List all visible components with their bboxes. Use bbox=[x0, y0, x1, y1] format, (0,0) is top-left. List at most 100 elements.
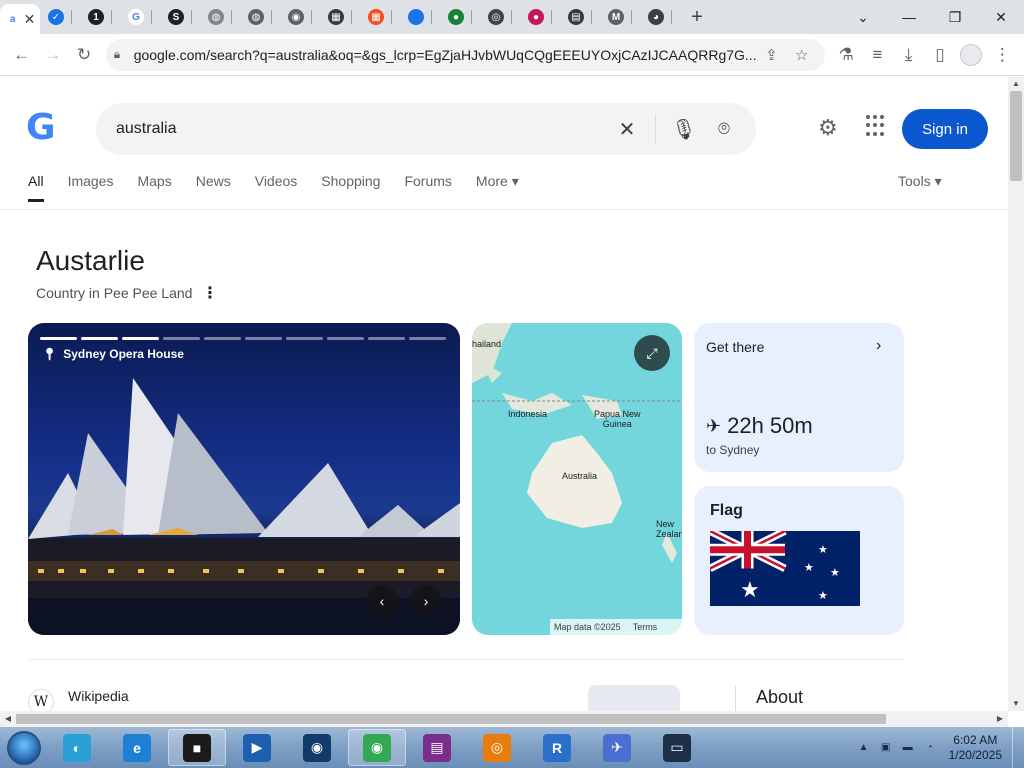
download-icon[interactable]: ⤓ bbox=[893, 39, 924, 71]
browser-tab[interactable]: M bbox=[600, 0, 640, 34]
svg-text:★: ★ bbox=[818, 589, 828, 602]
taskbar-chrome[interactable]: ◉ bbox=[348, 729, 406, 766]
start-button[interactable] bbox=[0, 727, 48, 768]
search-box[interactable]: australia ✕ 🎙︎ ⌾ bbox=[96, 103, 756, 155]
tab-news[interactable]: News bbox=[196, 173, 231, 202]
forward-button[interactable]: → bbox=[37, 39, 68, 71]
browser-tab[interactable]: 1 bbox=[80, 0, 120, 34]
google-apps-icon[interactable] bbox=[866, 115, 888, 137]
browser-tab[interactable] bbox=[400, 0, 440, 34]
tray-expand-icon[interactable]: ▲ bbox=[857, 741, 871, 755]
media-queue-icon[interactable]: ≡ bbox=[862, 39, 893, 71]
wikipedia-thumbnail[interactable] bbox=[588, 685, 680, 711]
bookmark-star-icon[interactable]: ☆ bbox=[787, 46, 817, 64]
tab-images[interactable]: Images bbox=[68, 173, 114, 202]
tab-search-icon[interactable]: ⌄ bbox=[840, 0, 886, 34]
vertical-scrollbar[interactable]: ▲ ▼ bbox=[1008, 77, 1024, 711]
maximize-button[interactable]: ❐ bbox=[932, 0, 978, 34]
taskbar-internet-explorer[interactable]: e bbox=[108, 729, 166, 766]
volume-icon[interactable]: ◔ bbox=[923, 741, 937, 755]
flag-card[interactable]: Flag ★ ★ ★ ★ ★ bbox=[694, 486, 904, 635]
scroll-up-arrow[interactable]: ▲ bbox=[1008, 77, 1024, 91]
browser-tab[interactable]: ◍ bbox=[240, 0, 280, 34]
browser-tab[interactable]: G bbox=[120, 0, 160, 34]
map-terms-link[interactable]: Terms bbox=[633, 622, 658, 632]
browser-tab[interactable]: S bbox=[160, 0, 200, 34]
browser-tab[interactable]: ◎ bbox=[480, 0, 520, 34]
microphone-icon[interactable]: 🎙︎ bbox=[664, 117, 704, 142]
address-url[interactable]: google.com/search?q=australia&oq=&gs_lcr… bbox=[134, 47, 757, 63]
browser-tab[interactable]: ▦ bbox=[360, 0, 400, 34]
tab-videos[interactable]: Videos bbox=[255, 173, 298, 202]
minimize-button[interactable]: — bbox=[886, 0, 932, 34]
browser-tab[interactable]: ◕ bbox=[640, 0, 680, 34]
taskbar-blender[interactable]: ◎ bbox=[468, 729, 526, 766]
browser-tab[interactable]: ▤ bbox=[560, 0, 600, 34]
australia-flag-image: ★ ★ ★ ★ ★ bbox=[710, 531, 860, 606]
carousel-prev-button[interactable]: ‹ bbox=[366, 585, 398, 617]
tab-label: Forums bbox=[404, 173, 452, 189]
photo-carousel[interactable]: 📍︎ Sydney Opera House ‹ › bbox=[28, 323, 460, 635]
location-pin-icon: 📍︎ bbox=[42, 347, 58, 361]
taskbar-app-globe[interactable]: ◉ bbox=[288, 729, 346, 766]
scroll-left-arrow[interactable]: ◀ bbox=[0, 711, 16, 727]
close-window-button[interactable]: ✕ bbox=[978, 0, 1024, 34]
more-options-icon[interactable]: ⋮ bbox=[202, 283, 218, 303]
browser-tab[interactable]: ● bbox=[440, 0, 480, 34]
show-desktop-button[interactable] bbox=[1012, 727, 1024, 768]
clock-time: 6:02 AM bbox=[953, 732, 998, 747]
vertical-scroll-thumb[interactable] bbox=[1010, 91, 1022, 181]
browser-tab-active[interactable]: a ✕ bbox=[0, 4, 40, 34]
clear-icon[interactable]: ✕ bbox=[607, 117, 647, 142]
new-tab-button[interactable]: + bbox=[680, 0, 714, 34]
google-logo[interactable]: G bbox=[26, 110, 60, 146]
tab-favicon-icon: a bbox=[4, 11, 21, 27]
lens-camera-icon[interactable]: ⌾ bbox=[704, 118, 744, 141]
profile-avatar[interactable] bbox=[956, 39, 987, 71]
settings-gear-icon[interactable]: ⚙ bbox=[818, 115, 838, 141]
reload-button[interactable]: ↻ bbox=[68, 39, 99, 71]
network-icon[interactable]: ▬ bbox=[901, 741, 915, 755]
map-card[interactable]: hailand Indonesia Papua New Guinea Austr… bbox=[472, 323, 682, 635]
browser-tab[interactable]: ✓ bbox=[40, 0, 80, 34]
tab-shopping[interactable]: Shopping bbox=[321, 173, 380, 202]
horizontal-scrollbar[interactable]: ◀ ▶ bbox=[0, 711, 1008, 727]
back-button[interactable]: ← bbox=[6, 39, 37, 71]
winrar-icon: ▤ bbox=[423, 733, 451, 762]
sign-in-button[interactable]: Sign in bbox=[902, 109, 988, 149]
share-icon[interactable]: ⇪ bbox=[757, 46, 787, 64]
menu-kebab-icon[interactable]: ⋮ bbox=[987, 39, 1018, 71]
taskbar-app-black[interactable]: ■ bbox=[168, 729, 226, 766]
tab-maps[interactable]: Maps bbox=[137, 173, 171, 202]
carousel-next-button[interactable]: › bbox=[410, 585, 442, 617]
side-panel-icon[interactable]: ▯ bbox=[924, 39, 955, 71]
labs-icon[interactable]: ⚗ bbox=[831, 39, 862, 71]
search-input[interactable]: australia bbox=[116, 120, 607, 138]
tab-forums[interactable]: Forums bbox=[404, 173, 451, 202]
browser-tab[interactable]: ● bbox=[520, 0, 560, 34]
expand-map-icon[interactable]: ⤢ bbox=[634, 335, 670, 371]
get-there-card[interactable]: Get there › ✈ 22h 50m to Sydney bbox=[694, 323, 904, 472]
scroll-right-arrow[interactable]: ▶ bbox=[992, 711, 1008, 727]
system-clock[interactable]: 6:02 AM 1/20/2025 bbox=[949, 733, 1002, 763]
taskbar-windows-explorer[interactable]: ◐ bbox=[48, 729, 106, 766]
horizontal-scroll-thumb[interactable] bbox=[16, 714, 886, 724]
tab-close-icon[interactable]: ✕ bbox=[24, 11, 36, 28]
taskbar-rvc-app[interactable]: R bbox=[528, 729, 586, 766]
tray-app-icon[interactable]: ▣ bbox=[879, 741, 893, 755]
browser-tab[interactable]: ◍ bbox=[200, 0, 240, 34]
tab-more[interactable]: More ▾ bbox=[476, 173, 519, 202]
taskbar-winrar[interactable]: ▤ bbox=[408, 729, 466, 766]
wikipedia-source[interactable]: Wikipedia bbox=[68, 688, 129, 704]
tab-all[interactable]: All bbox=[28, 173, 44, 202]
tools-menu[interactable]: Tools ▾ bbox=[898, 173, 942, 190]
photo-caption: 📍︎ Sydney Opera House bbox=[42, 347, 184, 361]
browser-tab[interactable]: ▦ bbox=[320, 0, 360, 34]
tab-separator bbox=[311, 10, 312, 24]
scroll-down-arrow[interactable]: ▼ bbox=[1008, 697, 1024, 711]
taskbar-monitor-app[interactable]: ▭ bbox=[648, 729, 706, 766]
browser-tab[interactable]: ◉ bbox=[280, 0, 320, 34]
address-bar[interactable]: 🔒︎ google.com/search?q=australia&oq=&gs_… bbox=[105, 38, 825, 71]
taskbar-bird-app[interactable]: ✈ bbox=[588, 729, 646, 766]
taskbar-media-player[interactable]: ▶ bbox=[228, 729, 286, 766]
